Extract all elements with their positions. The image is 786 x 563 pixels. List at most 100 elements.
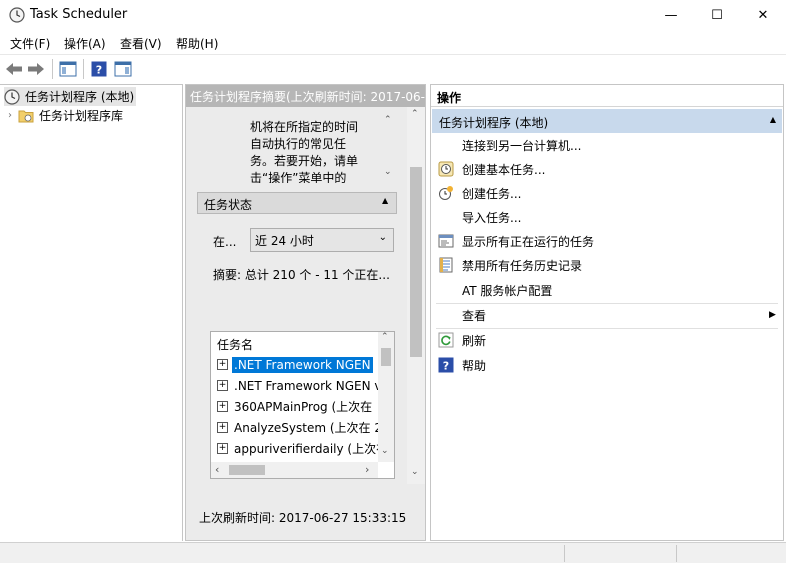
expand-icon[interactable]: + (217, 380, 228, 391)
overview-scrollbar[interactable]: ⌃ ⌄ (381, 115, 397, 183)
time-range-value: 近 24 小时 (255, 234, 314, 248)
chevron-down-icon: ⌄ (378, 232, 387, 243)
collapse-caret-icon[interactable]: ▲ (770, 115, 776, 124)
action-label: 查看 (462, 308, 487, 323)
help-icon[interactable]: ? (88, 58, 110, 80)
toolbar-divider (52, 59, 53, 79)
scroll-right-icon[interactable]: › (365, 463, 369, 476)
action-import-task[interactable]: 导入任务... (431, 205, 783, 229)
section-title: 任务状态 (204, 198, 253, 212)
overview-text-box: 机将在所指定的时间 自动执行的常见任 务。若要开始，请单 击“操作”菜单中的 ⌃… (197, 115, 397, 183)
menu-file[interactable]: 文件(F) (10, 35, 50, 52)
basic-task-icon (438, 161, 454, 177)
running-tasks-icon (438, 233, 454, 249)
action-label: 创建基本任务... (462, 162, 546, 177)
status-bar (0, 542, 786, 563)
chevron-right-icon[interactable]: › (8, 110, 12, 121)
overview-line: 击“操作”菜单中的 (250, 171, 347, 183)
refresh-icon (438, 332, 454, 348)
forward-arrow-icon[interactable] (25, 58, 47, 80)
action-connect-computer[interactable]: 连接到另一台计算机... (431, 133, 783, 157)
task-row[interactable]: + .NET Framework NGEN v (217, 375, 384, 396)
overview-line: 机将在所指定的时间 (250, 120, 359, 134)
filter-label: 在... (213, 235, 237, 249)
action-at-service-config[interactable]: AT 服务帐户配置 (431, 278, 783, 302)
action-view[interactable]: 查看 ▶ (431, 303, 783, 327)
scroll-up-icon[interactable]: ⌃ (381, 332, 389, 342)
action-create-task[interactable]: 创建任务... (431, 181, 783, 205)
actions-header: 操作 (431, 85, 783, 107)
back-arrow-icon[interactable] (3, 58, 25, 80)
folder-icon (18, 109, 34, 123)
task-name: .NET Framework NGEN v (234, 378, 382, 393)
status-bar-divider (676, 545, 677, 562)
menu-view[interactable]: 查看(V) (120, 35, 162, 52)
task-list-horizontal-scrollbar[interactable]: ‹ › (211, 462, 378, 478)
svg-text:?: ? (443, 360, 449, 373)
menu-help[interactable]: 帮助(H) (176, 35, 218, 52)
action-label: 显示所有正在运行的任务 (462, 234, 595, 249)
task-summary: 摘要: 总计 210 个 - 11 个正在... (213, 268, 390, 282)
actions-group-header[interactable]: 任务计划程序 (本地) ▲ (432, 109, 782, 133)
overview-line: 自动执行的常见任 (250, 137, 347, 151)
menu-bar: 文件(F) 操作(A) 查看(V) 帮助(H) (0, 31, 786, 54)
status-bar-divider (564, 545, 565, 562)
expand-icon[interactable]: + (217, 401, 228, 412)
action-label: AT 服务帐户配置 (462, 283, 553, 298)
summary-pane-header: 任务计划程序摘要(上次刷新时间: 2017-06-27 (186, 85, 425, 107)
action-label: 禁用所有任务历史记录 (462, 258, 583, 273)
tree-item-root[interactable]: 任务计划程序 (本地) (4, 87, 136, 106)
task-status-section[interactable]: 任务状态 ▲ (197, 192, 397, 214)
action-show-running-tasks[interactable]: 显示所有正在运行的任务 (431, 229, 783, 253)
overview-text: 机将在所指定的时间 自动执行的常见任 务。若要开始，请单 击“操作”菜单中的 (250, 119, 380, 183)
tree-item-library[interactable]: › 任务计划程序库 (4, 106, 144, 125)
scroll-up-icon[interactable]: ⌃ (411, 109, 419, 119)
minimize-button[interactable]: — (648, 0, 694, 31)
show-tree-icon[interactable] (57, 58, 79, 80)
collapse-caret-icon[interactable]: ▲ (382, 196, 388, 205)
scroll-up-icon[interactable]: ⌃ (384, 115, 392, 125)
close-button[interactable]: ✕ (740, 0, 786, 31)
action-label: 帮助 (462, 358, 487, 373)
help-icon: ? (438, 357, 454, 373)
summary-pane-scrollbar[interactable]: ⌃ ⌄ (407, 107, 425, 484)
task-row[interactable]: + AnalyzeSystem (上次在 2 (217, 417, 384, 438)
action-disable-history[interactable]: 禁用所有任务历史记录 (431, 253, 783, 277)
scroll-down-icon[interactable]: ⌄ (411, 467, 419, 477)
scroll-thumb[interactable] (410, 167, 422, 357)
window-title: Task Scheduler (30, 7, 128, 22)
scroll-thumb[interactable] (229, 465, 265, 475)
show-action-pane-icon[interactable] (112, 58, 134, 80)
action-create-basic-task[interactable]: 创建基本任务... (431, 157, 783, 181)
action-help[interactable]: ? 帮助 (431, 353, 783, 377)
scroll-down-icon[interactable]: ⌄ (381, 446, 389, 456)
task-name: .NET Framework NGEN (232, 356, 373, 373)
task-name: 360APMainProg (上次在 (234, 400, 373, 414)
navigation-tree: 任务计划程序 (本地) › 任务计划程序库 (0, 84, 183, 541)
task-row[interactable]: + 360APMainProg (上次在 (217, 396, 374, 417)
action-label: 刷新 (462, 333, 487, 348)
scroll-left-icon[interactable]: ‹ (215, 463, 219, 476)
scroll-down-icon[interactable]: ⌄ (384, 167, 392, 177)
maximize-button[interactable]: ☐ (694, 0, 740, 31)
expand-icon[interactable]: + (217, 443, 228, 454)
task-row[interactable]: + .NET Framework NGEN (217, 354, 373, 375)
expand-icon[interactable]: + (217, 359, 228, 370)
title-bar: Task Scheduler — ☐ ✕ (0, 0, 786, 31)
task-list-vertical-scrollbar[interactable]: ⌃ ⌄ (378, 332, 394, 462)
time-range-select[interactable]: 近 24 小时 ⌄ (250, 228, 394, 252)
action-refresh[interactable]: 刷新 (431, 328, 783, 352)
menu-action[interactable]: 操作(A) (64, 35, 106, 52)
action-label: 导入任务... (462, 210, 522, 225)
scroll-thumb[interactable] (381, 348, 391, 366)
task-list: 任务名 + .NET Framework NGEN + .NET Framewo… (210, 331, 395, 479)
task-row[interactable]: + appuriverifierdaily (上次在 (217, 438, 390, 459)
action-label: 连接到另一台计算机... (462, 138, 582, 153)
task-name: AnalyzeSystem (上次在 2 (234, 421, 382, 435)
action-label: 创建任务... (462, 186, 522, 201)
svg-text:?: ? (96, 64, 102, 77)
column-header-task-name[interactable]: 任务名 (217, 336, 253, 353)
task-name: appuriverifierdaily (上次在 (234, 442, 389, 456)
expand-icon[interactable]: + (217, 422, 228, 433)
actions-group-label: 任务计划程序 (本地) (439, 116, 549, 130)
